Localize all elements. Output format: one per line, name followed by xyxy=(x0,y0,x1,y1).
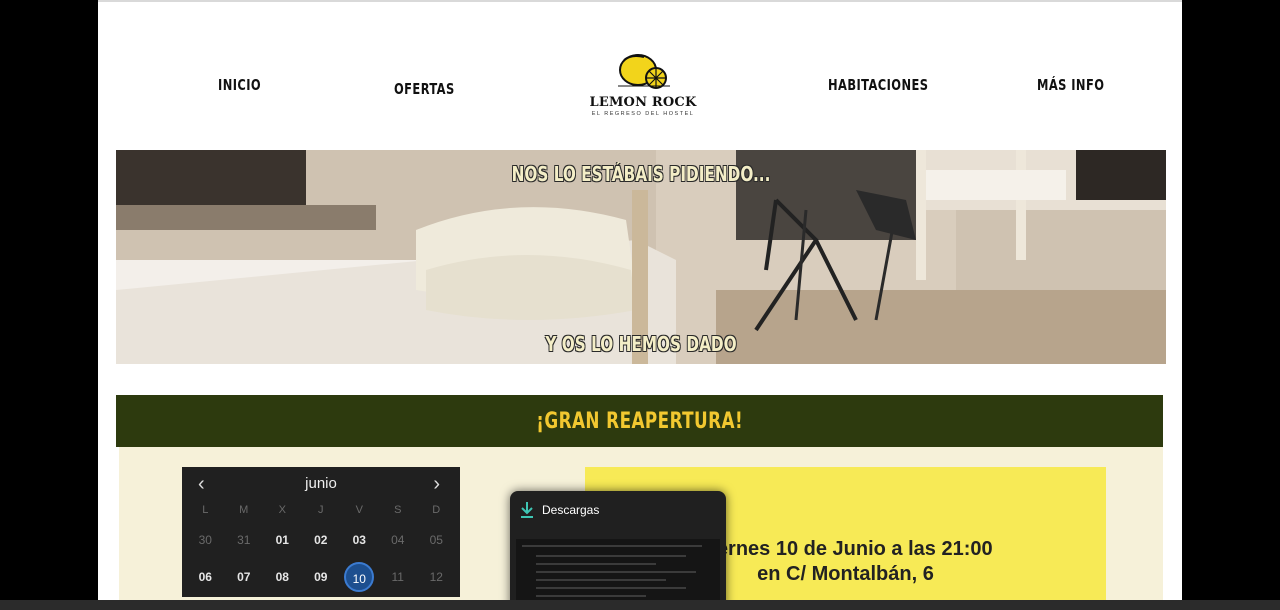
weekday-label: L xyxy=(202,504,209,516)
taskbar xyxy=(0,600,1280,610)
day-cell[interactable]: 30 xyxy=(186,533,225,547)
weekday-label: D xyxy=(432,504,441,516)
calendar: ‹ junio › L M X J V S D 30 31 01 02 03 0… xyxy=(182,467,460,597)
day-cell[interactable]: 31 xyxy=(225,533,264,547)
day-cell[interactable]: 05 xyxy=(417,533,456,547)
nav-inicio[interactable]: INICIO xyxy=(218,76,261,94)
nav-ofertas[interactable]: OFERTAS xyxy=(394,80,455,98)
calendar-grid: L M X J V S D 30 31 01 02 03 04 05 06 07… xyxy=(186,499,456,595)
day-cell[interactable]: 02 xyxy=(302,533,341,547)
chevron-right-icon[interactable]: › xyxy=(433,473,440,496)
logo[interactable]: LEMON ROCK EL REGRESO DEL HOSTEL xyxy=(588,50,698,122)
day-cell[interactable]: 06 xyxy=(186,570,225,584)
weekday-label: V xyxy=(355,504,363,516)
calendar-month: junio xyxy=(305,475,337,492)
day-cell[interactable]: 04 xyxy=(379,533,418,547)
download-icon xyxy=(521,502,533,518)
nav-habitaciones[interactable]: HABITACIONES xyxy=(828,76,928,94)
day-cell[interactable]: 01 xyxy=(263,533,302,547)
day-cell[interactable]: 12 xyxy=(417,570,456,584)
day-cell[interactable]: 11 xyxy=(379,570,418,584)
banner-title: ¡GRAN REAPERTURA! xyxy=(536,408,743,434)
weekday-label: J xyxy=(318,504,324,516)
day-cell[interactable]: 08 xyxy=(263,570,302,584)
day-cell-selected[interactable]: 10 xyxy=(340,561,379,592)
day-cell[interactable]: 09 xyxy=(302,570,341,584)
nav-mas-info[interactable]: MÁS INFO xyxy=(1037,76,1104,94)
hero-bottom-text: Y OS LO HEMOS DADO xyxy=(545,332,737,356)
downloads-title: Descargas xyxy=(542,503,600,517)
weekday-row: L M X J V S D xyxy=(186,499,456,521)
weekday-label: M xyxy=(239,504,249,516)
selected-day: 10 xyxy=(344,561,375,592)
week-row: 30 31 01 02 03 04 05 xyxy=(186,521,456,558)
weekday-label: X xyxy=(278,504,286,516)
downloads-panel[interactable]: Descargas xyxy=(510,491,726,610)
weekday-label: S xyxy=(394,504,402,516)
week-row: 06 07 08 09 10 11 12 xyxy=(186,558,456,595)
logo-tagline: EL REGRESO DEL HOSTEL xyxy=(591,111,695,117)
hero-top-text: NOS LO ESTÁBAIS PIDIENDO... xyxy=(511,162,771,186)
day-cell[interactable]: 07 xyxy=(225,570,264,584)
day-cell[interactable]: 03 xyxy=(340,533,379,547)
calendar-header: ‹ junio › xyxy=(182,473,460,497)
hero-image: NOS LO ESTÁBAIS PIDIENDO... Y OS LO HEMO… xyxy=(116,150,1166,364)
logo-name: LEMON ROCK xyxy=(589,95,697,110)
reopening-banner: ¡GRAN REAPERTURA! xyxy=(116,395,1163,447)
lemon-logo-icon xyxy=(618,54,670,89)
